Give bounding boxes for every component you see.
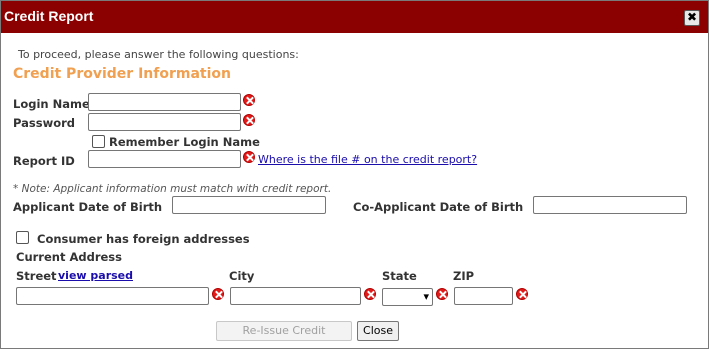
- close-button[interactable]: Close: [357, 321, 399, 341]
- city-input[interactable]: [230, 287, 361, 305]
- state-select[interactable]: ▾: [382, 288, 433, 306]
- applicant-dob-label: Applicant Date of Birth: [13, 200, 163, 214]
- foreign-addresses-label: Consumer has foreign addresses: [37, 232, 250, 246]
- street-input[interactable]: [16, 287, 209, 305]
- error-x-icon: [212, 288, 224, 300]
- password-label: Password: [13, 116, 75, 130]
- remember-login-label: Remember Login Name: [109, 135, 260, 149]
- dialog-title: Credit Report: [4, 8, 94, 24]
- reissue-credit-button[interactable]: Re-Issue Credit: [216, 321, 352, 341]
- current-address-heading: Current Address: [16, 250, 122, 264]
- title-bar: Credit Report ✖: [1, 1, 708, 33]
- foreign-addresses-checkbox[interactable]: [16, 231, 29, 244]
- close-icon[interactable]: ✖: [684, 10, 700, 26]
- report-id-input[interactable]: [88, 150, 241, 168]
- street-label: Street: [16, 269, 57, 283]
- error-x-icon: [243, 94, 255, 106]
- report-id-help-link[interactable]: Where is the file # on the credit report…: [258, 153, 477, 166]
- remember-login-checkbox[interactable]: [92, 135, 105, 148]
- error-x-icon: [243, 151, 255, 163]
- error-x-icon: [436, 288, 448, 300]
- coapplicant-dob-label: Co-Applicant Date of Birth: [353, 200, 524, 214]
- credit-report-dialog: Credit Report ✖ To proceed, please answe…: [0, 0, 709, 349]
- error-x-icon: [364, 288, 376, 300]
- login-name-label: Login Name: [13, 97, 90, 111]
- zip-label: ZIP: [453, 269, 475, 283]
- intro-text: To proceed, please answer the following …: [18, 48, 299, 61]
- password-input[interactable]: [88, 113, 241, 131]
- city-label: City: [229, 269, 255, 283]
- zip-input[interactable]: [454, 287, 513, 305]
- report-id-label: Report ID: [13, 154, 75, 168]
- section-title: Credit Provider Information: [13, 66, 231, 82]
- error-x-icon: [243, 114, 255, 126]
- error-x-icon: [516, 288, 528, 300]
- coapplicant-dob-input[interactable]: [533, 196, 687, 214]
- applicant-note: * Note: Applicant information must match…: [13, 183, 332, 195]
- view-parsed-link[interactable]: view parsed: [58, 269, 133, 282]
- login-name-input[interactable]: [88, 93, 241, 111]
- state-label: State: [382, 269, 417, 283]
- chevron-down-icon: ▾: [423, 290, 429, 303]
- applicant-dob-input[interactable]: [172, 196, 326, 214]
